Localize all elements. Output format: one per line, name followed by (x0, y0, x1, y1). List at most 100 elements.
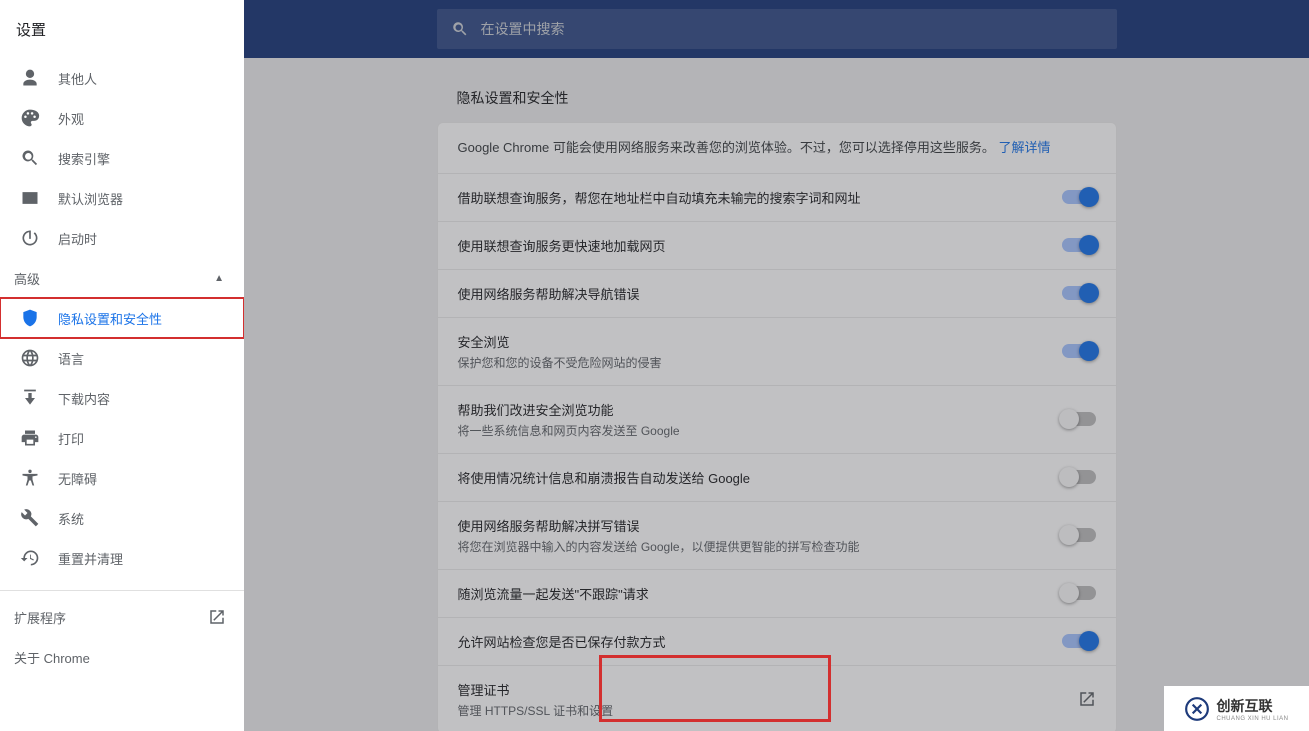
toggle-switch[interactable] (1062, 586, 1096, 600)
sidebar-item-about[interactable]: 关于 Chrome (0, 637, 244, 677)
toggle-switch[interactable] (1062, 412, 1096, 426)
setting-row-nav-error[interactable]: 使用网络服务帮助解决导航错误 (438, 269, 1116, 317)
row-title: 使用网络服务帮助解决拼写错误 (458, 516, 860, 535)
main-panel: 隐私设置和安全性 Google Chrome 可能会使用网络服务来改善您的浏览体… (244, 0, 1309, 731)
topbar (244, 0, 1309, 58)
sidebar-bottom: 扩展程序 关于 Chrome (0, 590, 244, 677)
sidebar-advanced-toggle[interactable]: 高级 ▲ (0, 258, 244, 298)
sidebar-item-label: 关于 Chrome (14, 648, 90, 667)
sidebar-item-default-browser[interactable]: 默认浏览器 (0, 178, 244, 218)
row-title: 借助联想查询服务，帮您在地址栏中自动填充未输完的搜索字词和网址 (458, 188, 861, 207)
sidebar-item-label: 其他人 (58, 69, 97, 88)
wrench-icon (20, 508, 40, 528)
sidebar-title: 设置 (0, 0, 244, 58)
settings-search-box[interactable] (437, 9, 1117, 49)
sidebar-item-printing[interactable]: 打印 (0, 418, 244, 458)
setting-row-spellcheck[interactable]: 使用网络服务帮助解决拼写错误 将您在浏览器中输入的内容发送给 Google，以便… (438, 501, 1116, 569)
row-desc: 将一些系统信息和网页内容发送至 Google (458, 422, 680, 439)
row-title: 使用网络服务帮助解决导航错误 (458, 284, 640, 303)
content-inner: 隐私设置和安全性 Google Chrome 可能会使用网络服务来改善您的浏览体… (437, 88, 1117, 731)
sidebar-item-label: 搜索引擎 (58, 149, 110, 168)
sidebar-nav-primary: 其他人 外观 搜索引擎 默认浏览器 启动时 (0, 58, 244, 258)
sidebar-item-label: 下载内容 (58, 389, 110, 408)
accessibility-icon (20, 468, 40, 488)
content: 隐私设置和安全性 Google Chrome 可能会使用网络服务来改善您的浏览体… (244, 58, 1309, 731)
download-icon (20, 388, 40, 408)
watermark: 创新互联 CHUANG XIN HU LIAN (1164, 686, 1309, 731)
search-icon (451, 20, 469, 38)
setting-row-help-safe-browsing[interactable]: 帮助我们改进安全浏览功能 将一些系统信息和网页内容发送至 Google (438, 385, 1116, 453)
power-icon (20, 228, 40, 248)
privacy-settings-card: Google Chrome 可能会使用网络服务来改善您的浏览体验。不过，您可以选… (437, 122, 1117, 731)
sidebar-item-label: 语言 (58, 349, 84, 368)
palette-icon (20, 108, 40, 128)
sidebar-item-languages[interactable]: 语言 (0, 338, 244, 378)
sidebar-item-label: 外观 (58, 109, 84, 128)
setting-row-payment-check[interactable]: 允许网站检查您是否已保存付款方式 (438, 617, 1116, 665)
toggle-switch[interactable] (1062, 344, 1096, 358)
sidebar-item-people[interactable]: 其他人 (0, 58, 244, 98)
search-icon (20, 148, 40, 168)
sidebar-item-label: 打印 (58, 429, 84, 448)
globe-icon (20, 348, 40, 368)
watermark-logo-icon (1184, 696, 1210, 722)
settings-search-input[interactable] (481, 21, 1103, 37)
sidebar-item-label: 重置并清理 (58, 549, 123, 568)
row-title: 随浏览流量一起发送"不跟踪"请求 (458, 584, 649, 603)
row-title: 将使用情况统计信息和崩溃报告自动发送给 Google (458, 468, 751, 487)
setting-row-manage-certificates[interactable]: 管理证书 管理 HTTPS/SSL 证书和设置 (438, 665, 1116, 731)
sidebar-item-reset[interactable]: 重置并清理 (0, 538, 244, 578)
app: 设置 其他人 外观 搜索引擎 默认浏览器 启动时 (0, 0, 1309, 731)
sidebar: 设置 其他人 外观 搜索引擎 默认浏览器 启动时 (0, 0, 244, 731)
open-in-new-icon (1078, 690, 1096, 708)
row-title: 帮助我们改进安全浏览功能 (458, 400, 680, 419)
chevron-up-icon: ▲ (214, 273, 224, 284)
sidebar-item-label: 系统 (58, 509, 84, 528)
toggle-switch[interactable] (1062, 286, 1096, 300)
learn-more-link[interactable]: 了解详情 (999, 140, 1051, 155)
restore-icon (20, 548, 40, 568)
sidebar-item-label: 无障碍 (58, 469, 97, 488)
sidebar-item-label: 隐私设置和安全性 (58, 309, 162, 328)
print-icon (20, 428, 40, 448)
sidebar-item-downloads[interactable]: 下载内容 (0, 378, 244, 418)
row-desc: 保护您和您的设备不受危险网站的侵害 (458, 354, 662, 371)
watermark-sub: CHUANG XIN HU LIAN (1216, 716, 1288, 722)
setting-row-usage-stats[interactable]: 将使用情况统计信息和崩溃报告自动发送给 Google (438, 453, 1116, 501)
row-desc: 管理 HTTPS/SSL 证书和设置 (458, 702, 614, 719)
person-icon (20, 68, 40, 88)
row-desc: 将您在浏览器中输入的内容发送给 Google，以便提供更智能的拼写检查功能 (458, 538, 860, 555)
setting-row-address-bar-prediction[interactable]: 借助联想查询服务，帮您在地址栏中自动填充未输完的搜索字词和网址 (438, 173, 1116, 221)
toggle-switch[interactable] (1062, 238, 1096, 252)
setting-row-safe-browsing[interactable]: 安全浏览 保护您和您的设备不受危险网站的侵害 (438, 317, 1116, 385)
sidebar-item-privacy-security[interactable]: 隐私设置和安全性 (0, 298, 244, 338)
sidebar-item-appearance[interactable]: 外观 (0, 98, 244, 138)
shield-icon (20, 308, 40, 328)
sidebar-item-search-engine[interactable]: 搜索引擎 (0, 138, 244, 178)
setting-row-page-preload[interactable]: 使用联想查询服务更快速地加载网页 (438, 221, 1116, 269)
row-title: 允许网站检查您是否已保存付款方式 (458, 632, 666, 651)
section-title: 隐私设置和安全性 (437, 88, 1117, 108)
sidebar-item-system[interactable]: 系统 (0, 498, 244, 538)
toggle-switch[interactable] (1062, 528, 1096, 542)
privacy-info-text: Google Chrome 可能会使用网络服务来改善您的浏览体验。不过，您可以选… (458, 140, 995, 155)
row-title: 安全浏览 (458, 332, 662, 351)
sidebar-item-label: 扩展程序 (14, 608, 66, 627)
sidebar-item-extensions[interactable]: 扩展程序 (0, 597, 244, 637)
browser-icon (20, 188, 40, 208)
toggle-switch[interactable] (1062, 470, 1096, 484)
toggle-switch[interactable] (1062, 190, 1096, 204)
open-in-new-icon (208, 608, 226, 626)
row-title: 管理证书 (458, 680, 614, 699)
sidebar-item-label: 启动时 (58, 229, 97, 248)
sidebar-item-on-startup[interactable]: 启动时 (0, 218, 244, 258)
sidebar-item-label: 默认浏览器 (58, 189, 123, 208)
watermark-brand: 创新互联 (1216, 696, 1288, 716)
sidebar-item-accessibility[interactable]: 无障碍 (0, 458, 244, 498)
privacy-info-row: Google Chrome 可能会使用网络服务来改善您的浏览体验。不过，您可以选… (438, 123, 1116, 173)
sidebar-advanced-label: 高级 (14, 269, 40, 288)
sidebar-nav-advanced: 隐私设置和安全性 语言 下载内容 打印 无障碍 系统 (0, 298, 244, 578)
toggle-switch[interactable] (1062, 634, 1096, 648)
setting-row-do-not-track[interactable]: 随浏览流量一起发送"不跟踪"请求 (438, 569, 1116, 617)
row-title: 使用联想查询服务更快速地加载网页 (458, 236, 666, 255)
